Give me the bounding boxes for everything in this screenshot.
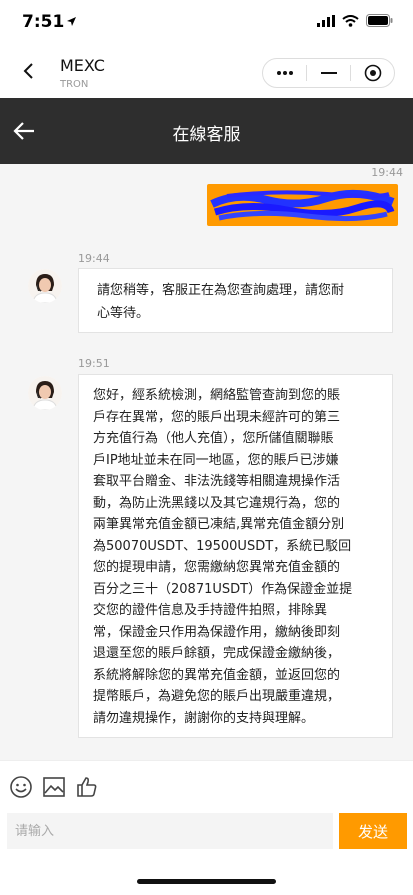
status-bar: 7:51	[0, 0, 413, 46]
agent-avatar-icon	[28, 376, 62, 410]
message-line: 常，保證金只作用為保證作用，繳納後即刻	[93, 624, 341, 640]
message-line: 兩筆異常充值金額已凍結,異常充值金額分別	[93, 517, 345, 532]
message-line: 套取平台贈金、非法洗錢等相關違規操作活	[93, 474, 341, 489]
message-line: 心等待。	[97, 306, 150, 321]
agent-avatar-icon	[28, 269, 62, 303]
chevron-left-icon[interactable]	[18, 60, 40, 82]
chat-header: 在線客服	[0, 98, 413, 164]
app-subtitle: TRON	[60, 79, 89, 90]
send-button[interactable]: 发送	[339, 813, 407, 849]
home-indicator[interactable]	[137, 879, 276, 884]
chat-toolbar	[0, 760, 413, 808]
capsule-menu	[262, 58, 395, 88]
close-mini-program-button[interactable]	[351, 59, 394, 87]
message-line: 系統將解除您的異常充值金額，並返回您的	[93, 667, 341, 683]
emoji-icon[interactable]	[9, 775, 33, 799]
message-line: 退還至您的賬戶餘額，完成保證金繳納後，	[93, 646, 341, 661]
target-close-icon	[364, 64, 381, 82]
message-line: 請勿違規操作，謝謝你的支持與理解。	[93, 710, 315, 726]
agent-avatar	[28, 376, 62, 410]
chat-area[interactable]: 19:44 19:44 請您稍等，客服正在為您查詢處理，請您耐 心等待。 19:…	[0, 164, 413, 760]
cellular-signal-icon	[317, 14, 335, 27]
app-name: MEXC	[60, 56, 105, 75]
location-arrow-icon	[67, 17, 76, 26]
more-dots-icon	[276, 71, 293, 75]
message-line: 交您的證件信息及手持證件拍照，排除異	[93, 603, 328, 618]
message-line: 您好，經系統檢測，網絡監管查詢到您的賬	[93, 388, 341, 403]
image-icon[interactable]	[42, 775, 66, 799]
thumbs-up-icon[interactable]	[75, 775, 99, 799]
message-time: 19:51	[78, 357, 110, 370]
message-line: 提幣賬戶，為避免您的賬戶出現嚴重違規，	[93, 689, 341, 704]
input-bar: 发送	[0, 808, 413, 858]
message-line: 百分之三十（20871USDT）作為保證金並提	[93, 581, 353, 597]
redaction-scribble	[210, 189, 395, 222]
message-line: 為50070USDT、19500USDT，系統已駁回	[93, 538, 352, 554]
message-line: 戶存在異常，您的賬戶出現未經許可的第三	[93, 409, 341, 425]
message-line: 請您稍等，客服正在為您查詢處理，請您耐	[97, 283, 345, 298]
battery-icon	[366, 14, 393, 27]
mini-program-header: MEXC TRON	[0, 46, 413, 98]
message-line: 方充值行為（他人充值），您所儲值關聯賬	[93, 431, 334, 446]
user-message-bubble	[207, 184, 398, 226]
page-title: 在線客服	[172, 125, 241, 145]
agent-message-bubble: 請您稍等，客服正在為您查詢處理，請您耐 心等待。	[78, 268, 393, 333]
message-input[interactable]	[7, 813, 333, 849]
status-time: 7:51	[22, 12, 65, 32]
minimize-button[interactable]	[307, 59, 350, 87]
minimize-icon	[320, 72, 337, 74]
message-time: 19:44	[371, 166, 403, 179]
more-button[interactable]	[263, 59, 306, 87]
message-time: 19:44	[78, 252, 110, 265]
message-line: 您的提現申請，您需繳納您異常充值金額的	[93, 560, 341, 575]
wifi-icon	[342, 14, 359, 27]
agent-message-bubble: 您好，經系統檢測，網絡監管查詢到您的賬 戶存在異常，您的賬戶出現未經許可的第三 …	[78, 374, 393, 738]
home-bar	[0, 858, 413, 895]
message-line: 動，為防止洗黑錢以及其它違規行為，您的	[93, 495, 341, 511]
message-line: 戶IP地址並未在同一地區，您的賬戶已涉嫌	[93, 452, 339, 468]
agent-avatar	[28, 269, 62, 303]
